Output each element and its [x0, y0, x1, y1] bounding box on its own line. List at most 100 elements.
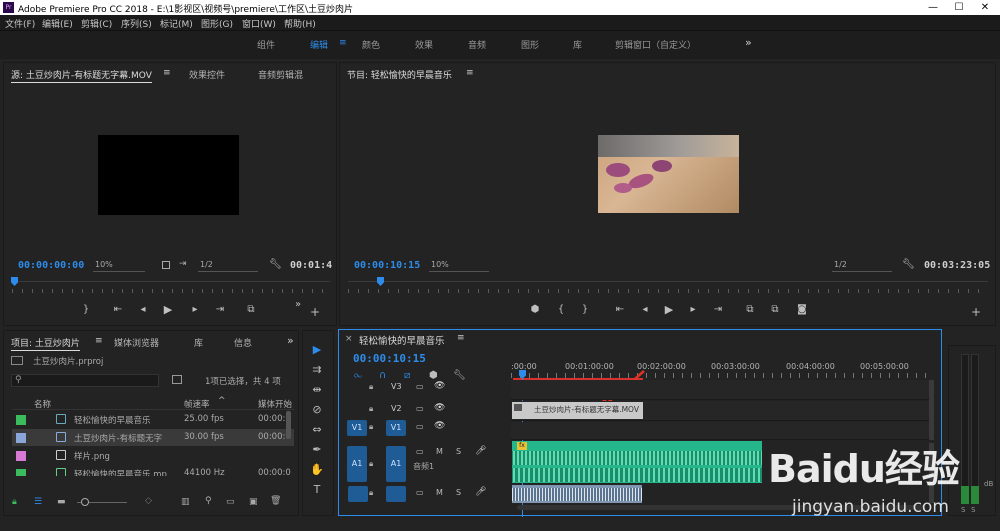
v3-sync-icon[interactable]: ▭ — [416, 382, 424, 391]
a2-lock-icon[interactable]: 🔒︎ — [369, 488, 373, 498]
project-search-input[interactable]: ⚲ — [11, 374, 159, 387]
ripple-edit-tool-icon[interactable]: ⇹ — [308, 381, 326, 399]
program-time-ruler[interactable] — [348, 281, 988, 293]
tab-audio-clip-mixer[interactable]: 音频剪辑混 — [258, 68, 303, 81]
wrench-icon[interactable]: 🔧︎ — [269, 259, 282, 270]
workspace-color[interactable]: 颜色 — [362, 38, 380, 51]
selection-tool-icon[interactable]: ▶ — [308, 341, 326, 359]
wrench-icon[interactable]: 🔧︎ — [902, 259, 915, 270]
mark-in-icon[interactable]: { — [554, 304, 568, 315]
a1-track-target[interactable]: A1 — [386, 446, 406, 482]
tab-effect-controls[interactable]: 效果控件 — [189, 68, 225, 81]
sort-icons-icon[interactable]: ◇ — [145, 496, 152, 506]
add-marker-icon[interactable]: ⬢ — [528, 304, 542, 315]
audio-clip-a1[interactable]: fx — [512, 441, 762, 483]
type-tool-icon[interactable]: T — [308, 481, 326, 499]
nest-icon[interactable]: ⧜ — [354, 370, 362, 381]
mark-out-icon[interactable]: } — [79, 304, 93, 315]
program-timecode[interactable]: 00:00:10:15 — [354, 260, 420, 271]
timeline-timecode[interactable]: 00:00:10:15 — [353, 352, 426, 365]
timeline-ruler[interactable]: :00:00 00:01:00:00 00:02:00:00 00:03:00:… — [511, 360, 929, 382]
workspace-more-button[interactable]: » — [745, 36, 752, 49]
step-forward-icon[interactable]: ▸ — [188, 304, 202, 315]
v1-eye-icon[interactable]: 👁︎ — [434, 421, 445, 431]
play-icon[interactable]: ▶ — [662, 303, 676, 316]
zoom-slider-handle[interactable] — [81, 498, 89, 506]
pen-tool-icon[interactable]: ✒ — [308, 441, 326, 459]
project-menu-icon[interactable]: ≡ — [95, 336, 103, 346]
menu-file[interactable]: 文件(F) — [5, 17, 35, 30]
program-zoom-select[interactable]: 10% — [429, 260, 489, 272]
a1-source-patch[interactable]: A1 — [347, 446, 367, 482]
a2-mute-button[interactable]: M — [436, 488, 443, 497]
step-back-icon[interactable]: ◂ — [136, 304, 150, 315]
track-select-tool-icon[interactable]: ⇉ — [308, 361, 326, 379]
label-color-swatch[interactable] — [16, 415, 26, 425]
v3-lock-icon[interactable]: 🔒︎ — [369, 382, 373, 392]
v2-lock-icon[interactable]: 🔒︎ — [369, 404, 373, 414]
workspace-editing[interactable]: 编辑 — [310, 38, 328, 51]
v1-source-patch[interactable]: V1 — [347, 420, 367, 436]
tab-project[interactable]: 项目: 土豆炒肉片 — [11, 336, 80, 351]
linked-selection-icon[interactable]: ⧄ — [404, 370, 410, 381]
go-to-in-icon[interactable]: ⇤ — [613, 304, 627, 315]
hand-tool-icon[interactable]: ✋ — [308, 461, 326, 479]
snap-icon[interactable]: ∩ — [379, 370, 386, 381]
mark-out-icon[interactable]: } — [578, 304, 592, 315]
project-scrollbar[interactable] — [286, 411, 291, 439]
add-marker-icon[interactable]: ⬢ — [429, 370, 438, 381]
go-to-out-icon[interactable]: ⇥ — [711, 304, 725, 315]
tab-info[interactable]: 信息 — [234, 336, 252, 349]
maximize-button[interactable]: ☐ — [946, 0, 972, 15]
slip-tool-icon[interactable]: ⇔ — [308, 421, 326, 439]
a1-solo-button[interactable]: S — [456, 447, 461, 456]
a1-lock-icon[interactable]: 🔒︎ — [369, 459, 373, 469]
column-media-start[interactable]: 媒体开始 — [258, 398, 292, 410]
a2-solo-button[interactable]: S — [456, 488, 461, 497]
label-color-swatch[interactable] — [16, 469, 26, 476]
safe-margins-icon[interactable] — [162, 261, 170, 269]
meter-solo-s[interactable]: S — [971, 506, 975, 514]
icon-view-icon[interactable]: ▬ — [57, 497, 66, 507]
a1-mute-button[interactable]: M — [436, 447, 443, 456]
menu-edit[interactable]: 编辑(E) — [42, 17, 73, 30]
v2-eye-icon[interactable]: 👁︎ — [434, 403, 445, 413]
source-zoom-select[interactable]: 10% — [93, 260, 145, 272]
source-more-button[interactable]: » — [291, 299, 305, 310]
menu-help[interactable]: 帮助(H) — [284, 17, 316, 30]
list-view-icon[interactable]: ☰ — [34, 497, 42, 507]
meter-solo-s[interactable]: S — [961, 506, 965, 514]
a2-sync-icon[interactable]: ▭ — [416, 488, 424, 497]
tab-libraries[interactable]: 库 — [194, 336, 203, 349]
source-add-button[interactable]: + — [308, 305, 322, 319]
lift-icon[interactable]: ⧉ — [743, 304, 757, 315]
column-name[interactable]: 名称 — [34, 398, 51, 410]
column-frame-rate[interactable]: 帧速率 — [184, 398, 210, 410]
project-more-button[interactable]: » — [287, 334, 294, 347]
program-add-button[interactable]: + — [969, 305, 983, 319]
razor-tool-icon[interactable]: ⊘ — [308, 401, 326, 419]
project-item-row[interactable]: 轻松愉快的早晨音乐 25.00 fps 00:00:0 — [12, 411, 294, 428]
v3-eye-icon[interactable]: 👁︎ — [434, 381, 445, 391]
new-bin-from-search-icon[interactable] — [172, 375, 182, 384]
a1-voiceover-mic-icon[interactable]: 🎤︎ — [475, 446, 486, 456]
workspace-audio[interactable]: 音频 — [468, 38, 486, 51]
menu-window[interactable]: 窗口(W) — [242, 17, 276, 30]
new-item-icon[interactable]: ▣ — [249, 497, 258, 507]
source-menu-icon[interactable]: ≡ — [163, 68, 171, 78]
project-item-row-selected[interactable]: 土豆炒肉片-有标题无字 30.00 fps 00:00:0 — [12, 429, 294, 446]
workspace-effects[interactable]: 效果 — [415, 38, 433, 51]
minimize-button[interactable]: — — [920, 0, 946, 15]
go-to-in-icon[interactable]: ⇤ — [111, 304, 125, 315]
a2-voiceover-mic-icon[interactable]: 🎤︎ — [475, 487, 486, 497]
step-back-icon[interactable]: ◂ — [638, 304, 652, 315]
v2-sync-icon[interactable]: ▭ — [416, 404, 424, 413]
source-timecode[interactable]: 00:00:00:00 — [18, 260, 84, 271]
close-sequence-icon[interactable]: × — [345, 334, 353, 344]
workspace-custom[interactable]: 剪辑窗口（自定义） — [615, 38, 696, 51]
workspace-libraries[interactable]: 库 — [573, 38, 582, 51]
tab-media-browser[interactable]: 媒体浏览器 — [114, 336, 159, 349]
program-resolution-select[interactable]: 1/2 — [832, 260, 892, 272]
export-frame-icon[interactable]: ◙ — [795, 304, 809, 315]
menu-marker[interactable]: 标记(M) — [160, 17, 193, 30]
